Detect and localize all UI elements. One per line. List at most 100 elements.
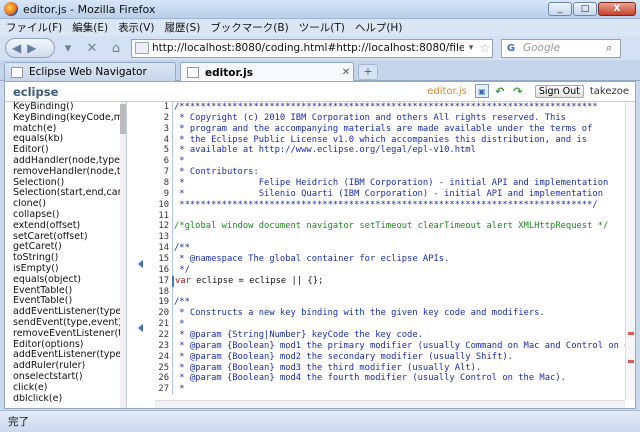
maximize-button[interactable]: □ bbox=[573, 2, 597, 16]
outline-method-item[interactable]: removeHandler(node,type,handler,capture) bbox=[5, 167, 126, 178]
code-line[interactable]: 27 * bbox=[155, 384, 625, 396]
code-line[interactable]: 1/**************************************… bbox=[155, 102, 625, 113]
code-line[interactable]: 6 * bbox=[155, 156, 625, 168]
code-line[interactable]: 20 * Constructs a new key binding with t… bbox=[155, 308, 625, 320]
code-line[interactable]: 16 */ bbox=[155, 264, 625, 276]
google-icon[interactable]: G bbox=[504, 42, 518, 55]
search-bar[interactable]: G Google ⌕ bbox=[501, 38, 621, 58]
menu-view[interactable]: 表示(V) bbox=[118, 20, 154, 35]
code-line[interactable]: 21 * bbox=[155, 319, 625, 331]
code-editor[interactable]: 1/**************************************… bbox=[155, 102, 625, 400]
menu-history[interactable]: 履歴(S) bbox=[164, 20, 200, 35]
outline-method-item[interactable]: addEventListener(type,context,func,data) bbox=[5, 307, 126, 318]
code-line[interactable]: 24 * @param {Boolean} mod2 the secondary… bbox=[155, 351, 625, 363]
code-line[interactable]: 18 bbox=[155, 286, 625, 298]
code-line[interactable]: 4 * the Eclipse Public License v1.0 whic… bbox=[155, 134, 625, 146]
outline-method-item[interactable]: click(e) bbox=[5, 383, 126, 394]
window-titlebar: editor.js - Mozilla Firefox _ □ X bbox=[0, 0, 640, 19]
address-bar[interactable]: http://localhost:8080/coding.html#http:/… bbox=[131, 38, 493, 58]
editor-vertical-scrollbar[interactable] bbox=[625, 102, 635, 400]
minimize-button[interactable]: _ bbox=[548, 2, 572, 16]
url-dropdown-icon[interactable]: ▾ bbox=[464, 43, 478, 53]
code-line[interactable]: 22 * @param {String|Number} keyCode the … bbox=[155, 330, 625, 341]
code-line[interactable]: 23 * @param {Boolean} mod1 the primary m… bbox=[155, 340, 625, 352]
outline-method-item[interactable]: KeyBinding(keyCode,mod1,mod2,mod3,mod4) bbox=[5, 113, 126, 124]
annotation-marker[interactable] bbox=[628, 332, 634, 335]
code-line[interactable]: 9 * Silenio Quarti (IBM Corporation) - i… bbox=[155, 188, 625, 200]
sidebar-scrollbar[interactable] bbox=[120, 102, 126, 408]
code-line[interactable]: 14/** bbox=[155, 243, 625, 255]
menu-tools[interactable]: ツール(T) bbox=[299, 20, 345, 35]
code-line[interactable]: 26 * @param {Boolean} mod4 the fourth mo… bbox=[155, 373, 625, 385]
code-text: * @param {Boolean} mod1 the primary modi… bbox=[172, 340, 625, 352]
outline-method-item[interactable]: equals(object) bbox=[5, 275, 126, 286]
menu-file[interactable]: ファイル(F) bbox=[6, 20, 62, 35]
outline-method-item[interactable]: sendEvent(type,event) bbox=[5, 318, 126, 329]
outline-method-item[interactable]: Selection() bbox=[5, 178, 126, 189]
code-line[interactable]: 17 var eclipse = eclipse || {}; bbox=[155, 275, 625, 287]
outline-method-item[interactable]: collapse() bbox=[5, 210, 126, 221]
code-line[interactable]: 25 * @param {Boolean} mod3 the third mod… bbox=[155, 362, 625, 374]
outline-method-item[interactable]: Editor(options) bbox=[5, 340, 126, 351]
outline-method-item[interactable]: addRuler(ruler) bbox=[5, 361, 126, 372]
outline-method-item[interactable]: Editor() bbox=[5, 145, 126, 156]
code-line[interactable]: 15 * @namespace The global container for… bbox=[155, 254, 625, 265]
code-line[interactable]: 8 * Felipe Heidrich (IBM Corporation) - … bbox=[155, 178, 625, 189]
code-line[interactable]: 7 * Contributors: bbox=[155, 167, 625, 179]
home-icon[interactable]: ⌂ bbox=[105, 38, 127, 58]
tab-editor-js[interactable]: editor.js ✕ bbox=[180, 62, 354, 82]
sign-out-button[interactable]: Sign Out bbox=[534, 84, 584, 98]
fold-arrow-icon[interactable] bbox=[138, 324, 143, 332]
outline-method-item[interactable]: onselectstart() bbox=[5, 372, 126, 383]
code-line[interactable]: 12/*global window document navigator set… bbox=[155, 221, 625, 233]
forward-icon[interactable]: ▶ bbox=[27, 41, 36, 55]
undo-icon[interactable]: ↶ bbox=[493, 84, 507, 98]
search-icon[interactable]: ⌕ bbox=[606, 41, 620, 55]
menu-help[interactable]: ヘルプ(H) bbox=[355, 20, 403, 35]
code-text bbox=[172, 210, 174, 222]
menu-bookmarks[interactable]: ブックマーク(B) bbox=[210, 20, 288, 35]
outline-method-item[interactable]: EventTable() bbox=[5, 296, 126, 307]
close-tab-icon[interactable]: ✕ bbox=[339, 67, 353, 78]
stop-icon[interactable]: ✕ bbox=[81, 38, 103, 58]
fold-arrow-icon[interactable] bbox=[138, 260, 143, 268]
outline-method-item[interactable]: getCaret() bbox=[5, 242, 126, 253]
outline-method-item[interactable]: KeyBinding() bbox=[5, 102, 126, 113]
outline-method-item[interactable]: removeEventListener(type,context,func,da… bbox=[5, 329, 126, 340]
search-input[interactable]: Google bbox=[520, 42, 606, 54]
url-input[interactable]: http://localhost:8080/coding.html#http:/… bbox=[152, 42, 464, 54]
back-icon[interactable]: ◀ bbox=[12, 41, 21, 55]
code-line[interactable]: 10 *************************************… bbox=[155, 199, 625, 211]
line-number: 21 bbox=[158, 319, 169, 330]
history-dropdown-icon[interactable]: ▾ bbox=[57, 38, 79, 58]
code-line[interactable]: 3 * program and the accompanying materia… bbox=[155, 123, 625, 135]
outline-method-item[interactable]: isEmpty() bbox=[5, 264, 126, 275]
sidebar-scroll-thumb[interactable] bbox=[120, 104, 126, 134]
code-line[interactable]: 13 bbox=[155, 232, 625, 244]
outline-method-item[interactable]: clone() bbox=[5, 199, 126, 210]
outline-method-item[interactable]: addEventListener(type,context,func,data) bbox=[5, 350, 126, 361]
outline-method-item[interactable]: dblclick(e) bbox=[5, 394, 126, 405]
outline-method-item[interactable]: match(e) bbox=[5, 124, 126, 135]
outline-method-item[interactable]: addHandler(node,type,handler,capture) bbox=[5, 156, 126, 167]
outline-method-item[interactable]: Selection(start,end,caret) bbox=[5, 188, 126, 199]
tab-eclipse-web-navigator[interactable]: Eclipse Web Navigator bbox=[4, 62, 176, 81]
code-text: * program and the accompanying materials… bbox=[172, 123, 593, 135]
save-icon[interactable]: ▣ bbox=[474, 84, 489, 98]
editor-horizontal-scrollbar[interactable] bbox=[155, 400, 625, 408]
redo-icon[interactable]: ↷ bbox=[511, 84, 525, 98]
code-line[interactable]: 5 * available at http://www.eclipse.org/… bbox=[155, 145, 625, 157]
outline-method-item[interactable]: EventTable() bbox=[5, 286, 126, 297]
close-window-button[interactable]: X bbox=[598, 2, 636, 16]
code-line[interactable]: 19/** bbox=[155, 297, 625, 309]
outline-method-item[interactable]: setCaret(offset) bbox=[5, 232, 126, 243]
code-line[interactable]: 11 bbox=[155, 210, 625, 222]
outline-method-item[interactable]: toString() bbox=[5, 253, 126, 264]
outline-method-item[interactable]: extend(offset) bbox=[5, 221, 126, 232]
menu-edit[interactable]: 編集(E) bbox=[72, 20, 108, 35]
bookmark-star-icon[interactable]: ☆ bbox=[478, 41, 492, 55]
code-line[interactable]: 2 * Copyright (c) 2010 IBM Corporation a… bbox=[155, 112, 625, 124]
outline-method-item[interactable]: equals(kb) bbox=[5, 134, 126, 145]
new-tab-button[interactable]: + bbox=[358, 64, 378, 80]
annotation-marker[interactable] bbox=[628, 360, 634, 363]
